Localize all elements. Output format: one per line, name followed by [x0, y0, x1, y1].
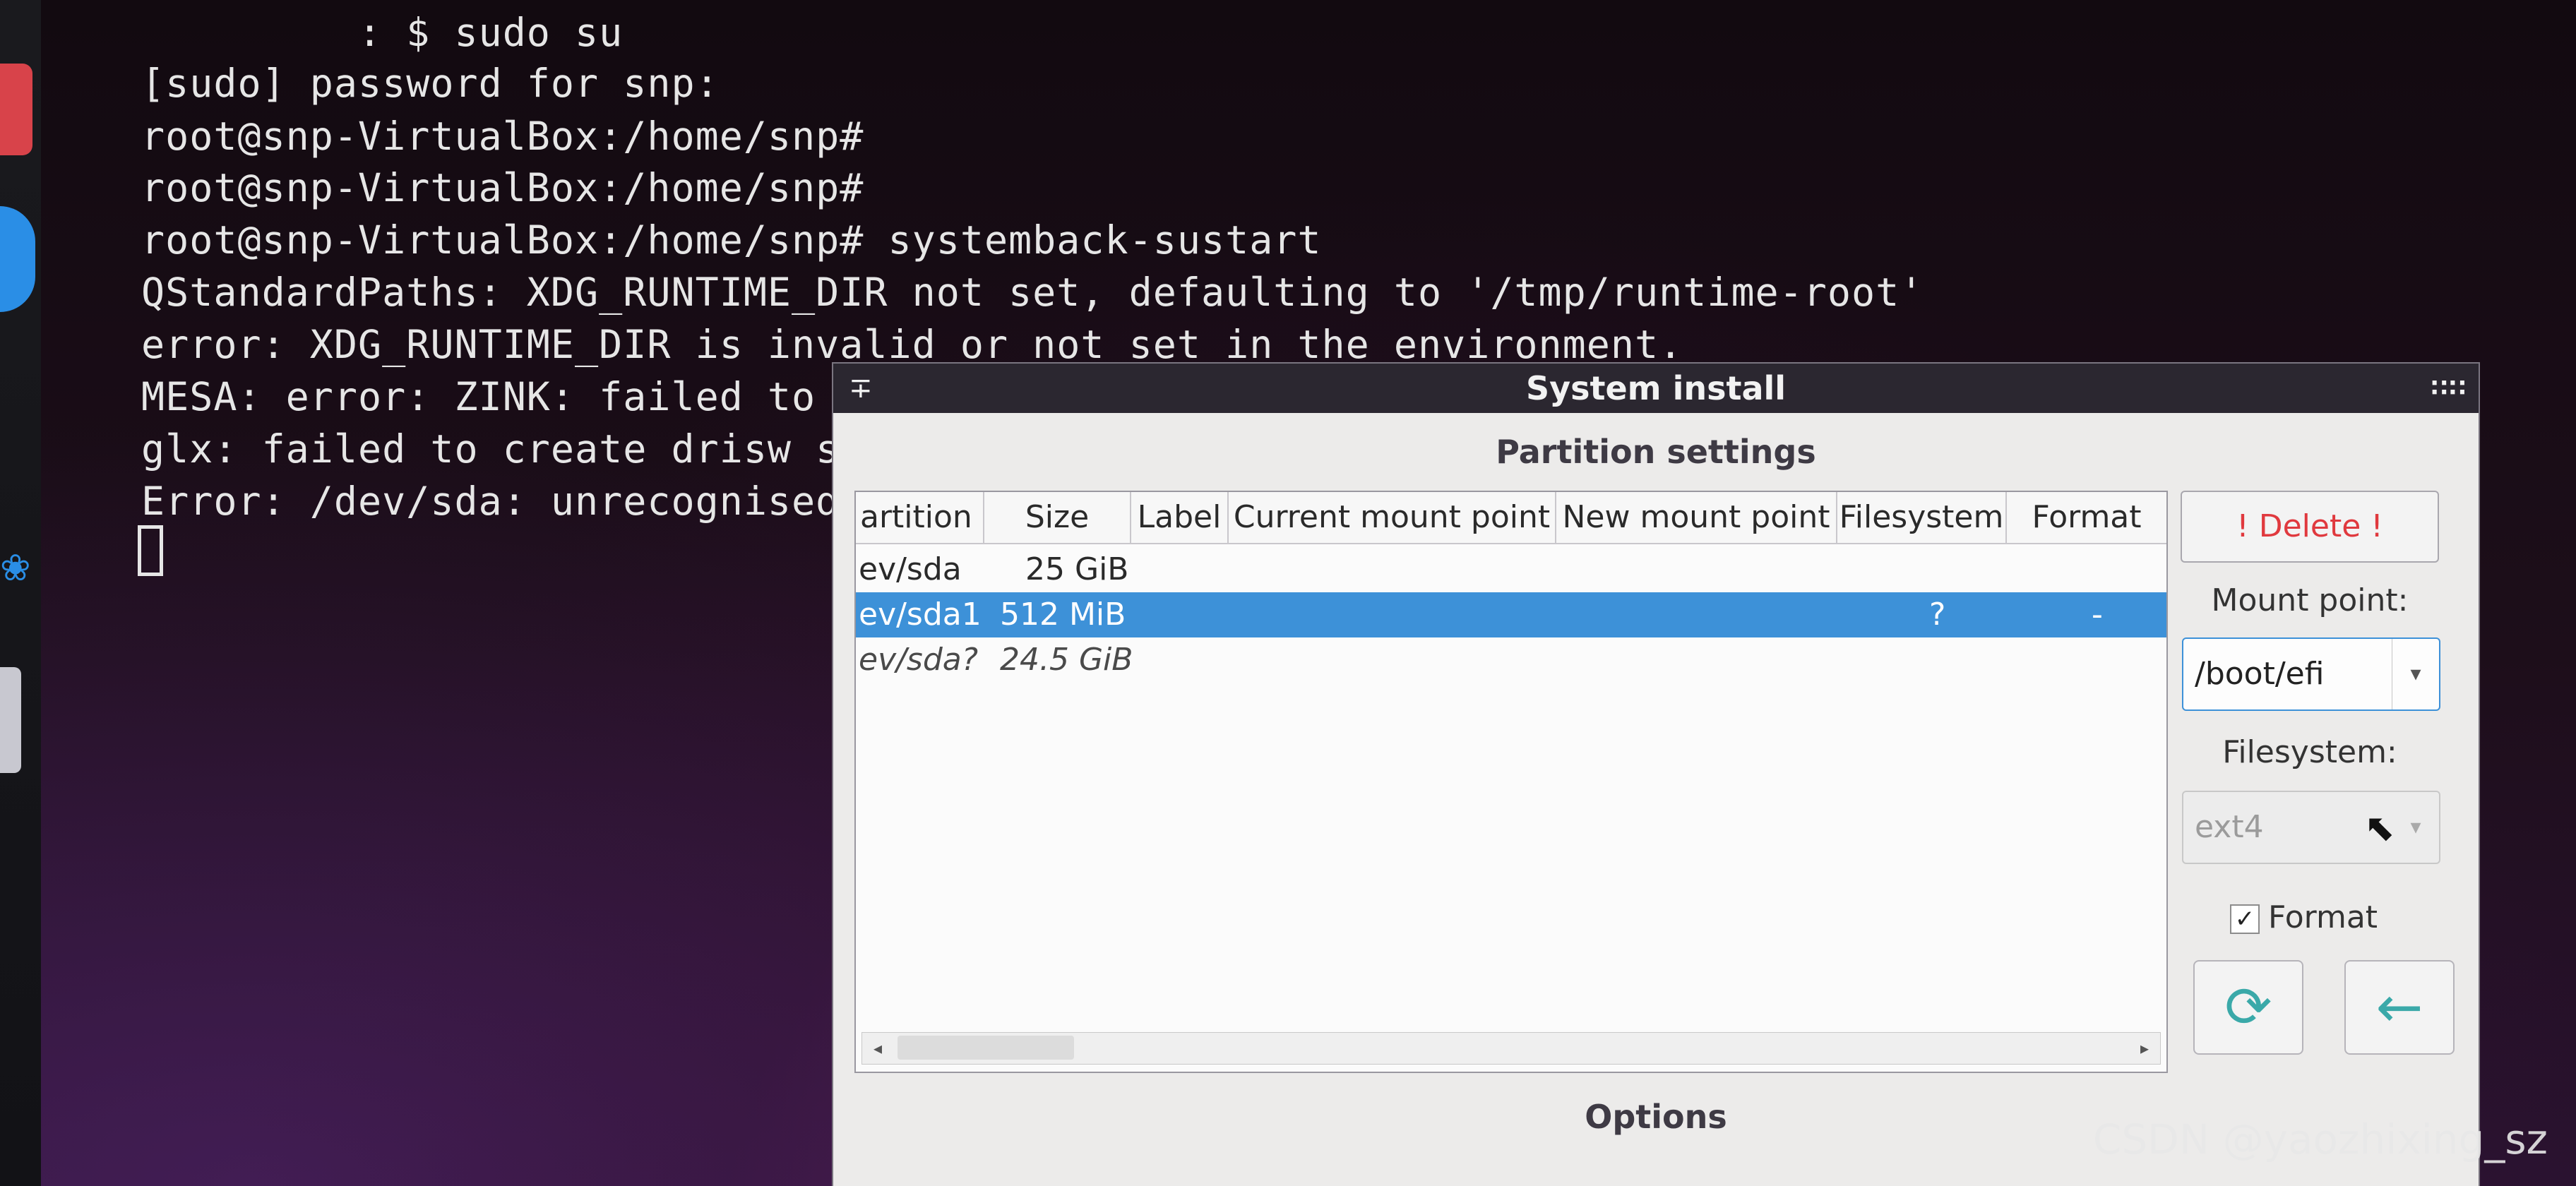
terminal-line: glx: failed to create drisw s [141, 426, 840, 472]
cell-size: 25 GiB [1025, 551, 1129, 587]
table-row[interactable]: ev/sda? 24.5 GiB [856, 637, 2166, 683]
filesystem-combobox[interactable]: ext4 ▾ [2182, 791, 2440, 864]
column-header-partition[interactable]: artition [856, 492, 984, 543]
app-launcher-icon-grey[interactable] [0, 667, 21, 773]
format-checkbox-label: Format [2268, 899, 2378, 935]
cell-format: - [2092, 597, 2103, 633]
terminal-line: [sudo] password for snp: [141, 61, 720, 106]
cell-partition: ev/sda1 [859, 597, 982, 633]
terminal-line: root@snp-VirtualBox:/home/snp# systembac… [141, 217, 1322, 263]
terminal-line: MESA: error: ZINK: failed to [141, 374, 816, 419]
mouse-pointer-icon: ⬉ [2364, 807, 2395, 849]
window-titlebar[interactable]: ∓ System install ∷∷ [833, 364, 2479, 413]
refresh-button[interactable]: ⟳ [2193, 960, 2303, 1055]
partition-table[interactable]: artition Size Label Current mount point … [854, 491, 2168, 1073]
checkbox-checked-icon[interactable]: ✓ [2230, 904, 2260, 934]
app-launcher-icon-blue[interactable] [0, 206, 35, 312]
terminal-cursor [138, 525, 163, 576]
window-title: System install [1525, 369, 1787, 407]
pin-icon[interactable]: ∓ [849, 364, 873, 413]
terminal-line: : $ sudo su [141, 10, 624, 55]
scroll-left-arrow-icon[interactable]: ◂ [862, 1033, 893, 1064]
scrollbar-thumb[interactable] [898, 1036, 1074, 1060]
arrow-left-icon: ← [2375, 974, 2423, 1040]
back-button[interactable]: ← [2344, 960, 2455, 1055]
mount-point-combobox[interactable]: /boot/efi ▾ [2182, 637, 2440, 711]
filesystem-value: ext4 [2195, 809, 2264, 845]
partition-settings-title: Partition settings [1496, 433, 1816, 471]
delete-button[interactable]: ! Delete ! [2181, 491, 2439, 563]
table-header: artition Size Label Current mount point … [856, 492, 2166, 544]
scroll-right-arrow-icon[interactable]: ▸ [2129, 1033, 2160, 1064]
mount-point-value[interactable]: /boot/efi [2195, 639, 2324, 709]
terminal-line: root@snp-VirtualBox:/home/snp# [141, 165, 864, 210]
column-header-filesystem[interactable]: Filesystem [1837, 492, 2007, 543]
app-launcher-icon-swirl[interactable]: ❀ [0, 547, 31, 589]
chevron-down-icon[interactable]: ▾ [2392, 792, 2439, 863]
column-header-current-mount-point[interactable]: Current mount point [1229, 492, 1556, 543]
dock: ❀ [0, 0, 41, 1186]
column-header-size[interactable]: Size [984, 492, 1131, 543]
refresh-icon: ⟳ [2224, 974, 2272, 1040]
cell-size: 512 MiB [1000, 597, 1126, 633]
horizontal-scrollbar[interactable]: ◂ ▸ [861, 1032, 2161, 1065]
terminal-line: root@snp-VirtualBox:/home/snp# [141, 114, 864, 159]
cell-partition: ev/sda [859, 551, 962, 587]
filesystem-label: Filesystem: [2222, 734, 2397, 770]
terminal-line: QStandardPaths: XDG_RUNTIME_DIR not set,… [141, 270, 1924, 315]
terminal-line: Error: /dev/sda: unrecognised [141, 479, 840, 524]
system-install-window: ∓ System install ∷∷ Partition settings a… [833, 364, 2479, 1186]
mount-point-label: Mount point: [2211, 582, 2409, 618]
format-checkbox[interactable]: ✓ Format [2230, 897, 2378, 939]
table-row[interactable]: ev/sda 25 GiB [856, 547, 2166, 592]
column-header-new-mount-point[interactable]: New mount point [1556, 492, 1837, 543]
column-header-format[interactable]: Format [2007, 492, 2166, 543]
grip-icon[interactable]: ∷∷ [2431, 364, 2467, 413]
watermark: CSDN @yaozhixing_sz [2092, 1115, 2548, 1163]
cell-partition: ev/sda? [859, 642, 979, 678]
table-row-selected[interactable]: ev/sda1 512 MiB ? - [856, 592, 2166, 637]
cell-size: 24.5 GiB [1000, 642, 1133, 678]
chevron-down-icon[interactable]: ▾ [2392, 639, 2439, 709]
column-header-label[interactable]: Label [1131, 492, 1229, 543]
cell-filesystem: ? [1929, 597, 1946, 633]
app-launcher-icon-red[interactable] [0, 64, 32, 155]
